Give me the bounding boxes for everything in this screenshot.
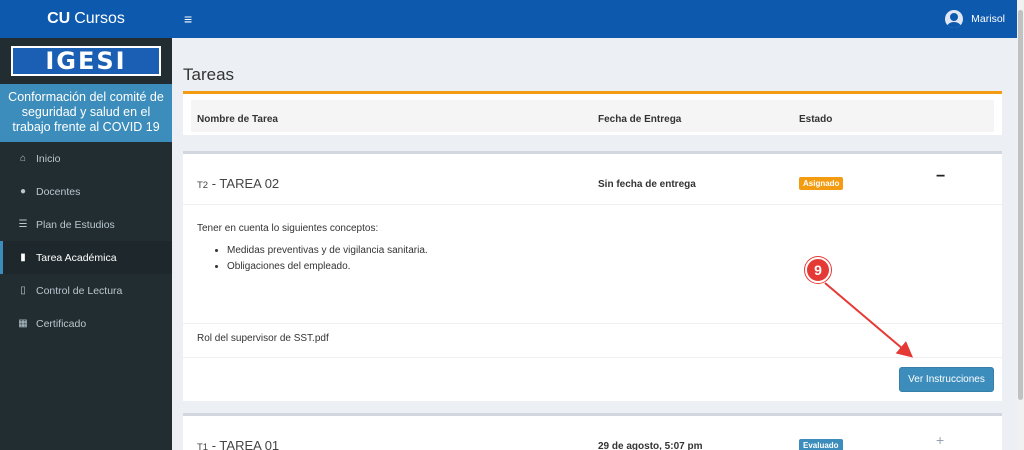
list-icon: ☰ xyxy=(18,219,28,230)
brand-bold: CU xyxy=(47,10,71,27)
sidebar-item-label: Certificado xyxy=(36,317,87,330)
sidebar-item-inicio[interactable]: ⌂ Inicio xyxy=(0,142,172,175)
user-icon: ● xyxy=(19,186,27,197)
sidebar-item-label: Control de Lectura xyxy=(36,284,123,297)
expand-icon[interactable]: + xyxy=(936,432,944,448)
status-badge: Asignado xyxy=(799,177,844,190)
sidebar-nav: ⌂ Inicio ● Docentes ☰ Plan de Estudios ▮… xyxy=(0,142,172,340)
header-name: Nombre de Tarea xyxy=(197,114,278,125)
igesi-logo: IGESI xyxy=(11,46,161,76)
sidebar-item-label: Tarea Académica xyxy=(36,251,117,264)
task-card-t2: T2 - TAREA 02 Sin fecha de entrega Asign… xyxy=(183,151,1002,401)
table-header-box: Nombre de Tarea Fecha de Entrega Estado xyxy=(183,91,1002,135)
list-item: Obligaciones del empleado. xyxy=(227,259,988,275)
task-name: - TAREA 01 xyxy=(211,438,280,450)
main-content: Tareas Nombre de Tarea Fecha de Entrega … xyxy=(172,38,1017,450)
scrollbar-thumb[interactable] xyxy=(1018,10,1023,400)
task-due-date: 29 de agosto, 5:07 pm xyxy=(598,441,703,450)
sidebar-item-tarea-academica[interactable]: ▮ Tarea Académica xyxy=(0,241,172,274)
book-icon: ▯ xyxy=(20,285,26,296)
task-header[interactable]: T1 - TAREA 01 29 de agosto, 5:07 pm Eval… xyxy=(183,416,1002,450)
sidebar-item-plan-de-estudios[interactable]: ☰ Plan de Estudios xyxy=(0,208,172,241)
attachment-link[interactable]: Rol del supervisor de SST.pdf xyxy=(183,323,1002,358)
task-bullets: Medidas preventivas y de vigilancia sani… xyxy=(227,243,988,275)
brand-logo[interactable]: CU Cursos xyxy=(0,0,172,38)
sidebar: CU Cursos IGESI Conformación del comité … xyxy=(0,0,172,450)
user-name: Marisol xyxy=(971,13,1005,25)
avatar-icon xyxy=(945,10,964,28)
task-title: T2 - TAREA 02 xyxy=(197,176,279,191)
menu-toggle-icon[interactable]: ≡ xyxy=(184,11,192,27)
course-title: Conformación del comité de seguridad y s… xyxy=(0,84,172,142)
logo-area: IGESI xyxy=(0,38,172,84)
status-badge: Evaluado xyxy=(799,439,843,450)
task-body: Tener en cuenta lo siguientes conceptos:… xyxy=(183,205,1002,275)
user-menu[interactable]: Marisol xyxy=(945,10,1005,28)
sidebar-item-label: Docentes xyxy=(36,185,81,198)
brand-rest: Cursos xyxy=(74,10,125,27)
task-code: T2 xyxy=(197,180,209,191)
list-item: Medidas preventivas y de vigilancia sani… xyxy=(227,243,988,259)
sidebar-item-label: Plan de Estudios xyxy=(36,218,115,231)
collapse-icon[interactable]: − xyxy=(936,168,945,186)
home-icon: ⌂ xyxy=(19,153,27,164)
task-card-t1: T1 - TAREA 01 29 de agosto, 5:07 pm Eval… xyxy=(183,413,1002,450)
sidebar-item-control-de-lectura[interactable]: ▯ Control de Lectura xyxy=(0,274,172,307)
task-title: T1 - TAREA 01 xyxy=(197,438,279,450)
qr-icon: ▦ xyxy=(18,318,28,329)
sidebar-item-label: Inicio xyxy=(36,152,61,165)
header-state: Estado xyxy=(799,114,833,125)
task-code: T1 xyxy=(197,442,209,450)
sidebar-item-docentes[interactable]: ● Docentes xyxy=(0,175,172,208)
annotation-number-badge: 9 xyxy=(805,257,831,283)
header-date: Fecha de Entrega xyxy=(598,114,682,125)
task-intro: Tener en cuenta lo siguientes conceptos: xyxy=(197,223,379,234)
task-due-date: Sin fecha de entrega xyxy=(598,179,696,190)
task-name: - TAREA 02 xyxy=(211,176,280,191)
ver-instrucciones-button[interactable]: Ver Instrucciones xyxy=(899,367,994,392)
page-title: Tareas xyxy=(183,65,235,84)
scrollbar[interactable] xyxy=(1017,0,1024,450)
sidebar-item-certificado[interactable]: ▦ Certificado xyxy=(0,307,172,340)
table-header: Nombre de Tarea Fecha de Entrega Estado xyxy=(191,100,994,132)
topbar: ≡ Marisol xyxy=(172,0,1017,38)
document-icon: ▮ xyxy=(20,252,26,263)
task-header[interactable]: T2 - TAREA 02 Sin fecha de entrega Asign… xyxy=(183,154,1002,205)
